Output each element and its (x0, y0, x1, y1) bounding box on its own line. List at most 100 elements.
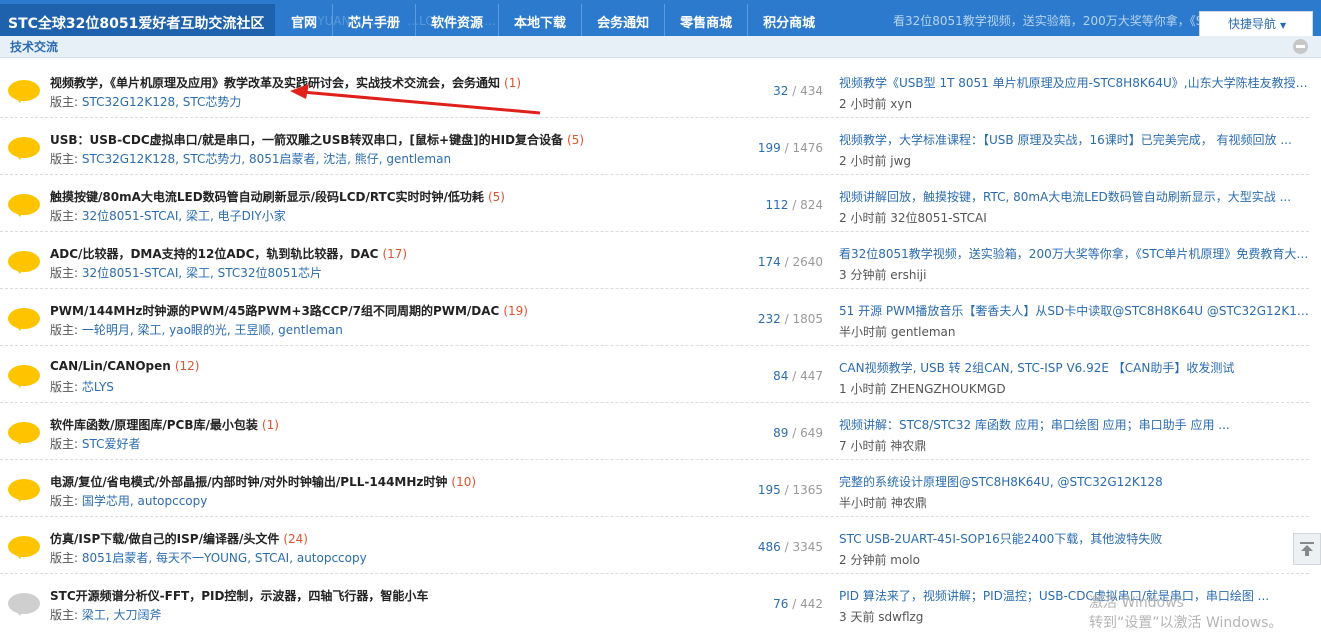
thread-count: 76 (773, 597, 789, 611)
moderator-links[interactable]: 芯LYS (82, 380, 114, 394)
forum-stats: 112 / 824 (766, 198, 823, 212)
moderator-links[interactable]: STC32G12K128, STC芯势力 (82, 95, 242, 109)
moderator-label: 版主: (50, 494, 82, 508)
forum-name-link[interactable]: STC开源频谱分析仪-FFT，PID控制，示波器，四轴飞行器，智能小车 (50, 589, 428, 603)
last-post: 51 开源 PWM播放音乐【奢香夫人】从SD卡中读取@STC8H8K64U @S… (839, 302, 1309, 340)
last-post-title-link[interactable]: 视频教学《USB型 1T 8051 单片机原理及应用-STC8H8K64U》,山… (839, 74, 1309, 91)
forum-today-count: (10) (451, 475, 477, 489)
forum-title-line: ADC/比较器，DMA支持的12位ADC，轨到轨比较器，DAC (17) (50, 245, 407, 262)
post-count: 434 (800, 84, 823, 98)
moderator-label: 版主: (50, 209, 82, 223)
forum-bubble-icon[interactable] (8, 80, 40, 104)
post-count: 1365 (792, 483, 823, 497)
forum-name-link[interactable]: 触摸按键/80mA大电流LED数码管自动刷新显示/段码LCD/RTC实时时钟/低… (50, 190, 484, 204)
forum-bubble-icon[interactable] (8, 137, 40, 161)
moderator-links[interactable]: 32位8051-STCAI, 梁工, 电子DIY小家 (82, 209, 286, 223)
moderator-links[interactable]: 国学芯用, autopccopy (82, 494, 208, 508)
forum-name-link[interactable]: ADC/比较器，DMA支持的12位ADC，轨到轨比较器，DAC (50, 247, 378, 261)
forum-title-line: STC开源频谱分析仪-FFT，PID控制，示波器，四轴飞行器，智能小车 (50, 587, 432, 604)
marquee-text-right: 看32位8051教学视频，送实验箱，200万大奖等你拿，《STC单 (893, 14, 1231, 28)
thread-count: 89 (773, 426, 789, 440)
quick-nav-button[interactable]: 快捷导航 ▼ (1199, 11, 1313, 37)
last-post-meta[interactable]: 2 小时前 32位8051-STCAI (839, 209, 1309, 226)
moderator-links[interactable]: STC爱好者 (82, 437, 141, 451)
forum-bubble-icon[interactable] (8, 365, 40, 389)
forum-row: PWM/144MHz时钟源的PWM/45路PWM+3路CCP/7组不同周期的PW… (0, 289, 1309, 346)
last-post-title-link[interactable]: 视频讲解：STC8/STC32 库函数 应用；串口绘图 应用；串口助手 应用 .… (839, 416, 1309, 433)
forum-name-link[interactable]: 软件库函数/原理图库/PCB库/最小包装 (50, 418, 258, 432)
forum-row: 触摸按键/80mA大电流LED数码管自动刷新显示/段码LCD/RTC实时时钟/低… (0, 175, 1309, 232)
forum-bubble-icon[interactable] (8, 536, 40, 560)
forum-bubble-icon[interactable] (8, 422, 40, 446)
stats-separator: / (780, 483, 793, 497)
last-post-title-link[interactable]: 看32位8051教学视频，送实验箱，200万大奖等你拿，《STC单片机原理》免费… (839, 245, 1309, 262)
forum-title-line: USB：USB-CDC虚拟串口/就是串口，一箭双雕之USB转双串口，[鼠标+键盘… (50, 131, 584, 148)
moderator-label: 版主: (50, 437, 82, 451)
collapse-icon[interactable] (1293, 39, 1308, 54)
last-post-meta[interactable]: 半小时前 神农鼎 (839, 494, 1309, 511)
last-post: 视频教学《USB型 1T 8051 单片机原理及应用-STC8H8K64U》,山… (839, 74, 1309, 112)
last-post-title-link[interactable]: 完整的系统设计原理图@STC8H8K64U, @STC32G12K128 (839, 473, 1309, 490)
last-post-meta[interactable]: 2 小时前 jwg (839, 152, 1309, 169)
moderator-label: 版主: (50, 152, 82, 166)
section-title[interactable]: 技术交流 (10, 38, 58, 55)
forum-bubble-icon[interactable] (8, 593, 40, 617)
caret-down-icon: ▼ (1280, 21, 1287, 30)
forum-name-link[interactable]: CAN/Lin/CANOpen (50, 359, 171, 373)
forum-bubble-icon[interactable] (8, 251, 40, 275)
post-count: 442 (800, 597, 823, 611)
forum-today-count: (19) (503, 304, 528, 318)
forum-stats: 84 / 447 (773, 369, 823, 383)
last-post-title-link[interactable]: 51 开源 PWM播放音乐【奢香夫人】从SD卡中读取@STC8H8K64U @S… (839, 302, 1309, 319)
forum-bubble-icon[interactable] (8, 308, 40, 332)
forum-stats: 32 / 434 (773, 84, 823, 98)
forum-name-link[interactable]: 视频教学，《单片机原理及应用》教学改革及实践研讨会，实战技术交流会，会务通知 (50, 76, 500, 90)
forum-moderators: 版主: STC32G12K128, STC芯势力 (50, 93, 241, 110)
forum-stats: 89 / 649 (773, 426, 823, 440)
scroll-to-top-button[interactable] (1293, 533, 1321, 565)
last-post-meta[interactable]: 2 小时前 xyn (839, 95, 1309, 112)
last-post-title-link[interactable]: 视频教学，大学标准课程：【USB 原理及实战，16课时】已完美完成， 有视频回放… (839, 131, 1309, 148)
forum-moderators: 版主: 8051启蒙者, 每天不一YOUNG, STCAI, autopccop… (50, 549, 367, 566)
forum-row: USB：USB-CDC虚拟串口/就是串口，一箭双雕之USB转双串口，[鼠标+键盘… (0, 118, 1309, 175)
forum-today-count: (5) (487, 190, 505, 204)
last-post-title-link[interactable]: 视频讲解回放，触摸按键，RTC, 80mA大电流LED数码管自动刷新显示，大型实… (839, 188, 1309, 205)
last-post-meta[interactable]: 3 分钟前 ershiji (839, 266, 1309, 283)
post-count: 2640 (792, 255, 823, 269)
last-post: CAN视频教学, USB 转 2组CAN, STC-ISP V6.92E 【CA… (839, 359, 1309, 397)
stats-separator: / (788, 597, 801, 611)
moderator-links[interactable]: 一轮明月, 梁工, yao眼的光, 王昱顺, gentleman (82, 323, 343, 337)
post-count: 447 (800, 369, 823, 383)
moderator-label: 版主: (50, 608, 82, 622)
last-post-title-link[interactable]: STC USB-2UART-45I-SOP16只能2400下载，其他波特失败 (839, 530, 1309, 547)
forum-bubble-icon[interactable] (8, 479, 40, 503)
last-post-meta[interactable]: 1 小时前 ZHENGZHOUKMGD (839, 380, 1309, 397)
forum-stats: 199 / 1476 (758, 141, 823, 155)
thread-count: 232 (757, 312, 781, 326)
forum-bubble-icon[interactable] (8, 194, 40, 218)
last-post: STC USB-2UART-45I-SOP16只能2400下载，其他波特失败 2 … (839, 530, 1309, 568)
last-post: 视频讲解回放，触摸按键，RTC, 80mA大电流LED数码管自动刷新显示，大型实… (839, 188, 1309, 226)
last-post-meta[interactable]: 7 小时前 神农鼎 (839, 437, 1309, 454)
moderator-links[interactable]: 8051启蒙者, 每天不一YOUNG, STCAI, autopccopy (82, 551, 367, 565)
forum-stats: 232 / 1805 (758, 312, 823, 326)
thread-count: 199 (757, 141, 781, 155)
forum-name-link[interactable]: 电源/复位/省电模式/外部晶振/内部时钟/对外时钟输出/PLL-144MHz时钟 (50, 475, 447, 489)
forum-name-link[interactable]: USB：USB-CDC虚拟串口/就是串口，一箭双雕之USB转双串口，[鼠标+键盘… (50, 133, 563, 147)
last-post: 视频讲解：STC8/STC32 库函数 应用；串口绘图 应用；串口助手 应用 .… (839, 416, 1309, 454)
last-post-meta[interactable]: 半小时前 gentleman (839, 323, 1309, 340)
quick-nav-label: 快捷导航 (1228, 17, 1277, 31)
moderator-label: 版主: (50, 380, 82, 394)
moderator-links[interactable]: 32位8051-STCAI, 梁工, STC32位8051芯片 (82, 266, 322, 280)
forum-name-link[interactable]: 仿真/ISP下载/做自己的ISP/编译器/头文件 (50, 532, 279, 546)
forum-stats: 195 / 1365 (758, 483, 823, 497)
stats-separator: / (788, 369, 801, 383)
moderator-links[interactable]: STC32G12K128, STC芯势力, 8051启蒙者, 沈洁, 熊仔, g… (82, 152, 451, 166)
moderator-links[interactable]: 梁工, 大刀阔斧 (82, 608, 162, 622)
watermark-line-2: 转到“设置”以激活 Windows。 (1089, 615, 1283, 631)
forum-title-line: 仿真/ISP下载/做自己的ISP/编译器/头文件 (24) (50, 530, 308, 547)
forum-title-line: 电源/复位/省电模式/外部晶振/内部时钟/对外时钟输出/PLL-144MHz时钟… (50, 473, 476, 490)
last-post-title-link[interactable]: CAN视频教学, USB 转 2组CAN, STC-ISP V6.92E 【CA… (839, 359, 1309, 376)
last-post-meta[interactable]: 2 分钟前 molo (839, 551, 1309, 568)
forum-name-link[interactable]: PWM/144MHz时钟源的PWM/45路PWM+3路CCP/7组不同周期的PW… (50, 304, 499, 318)
